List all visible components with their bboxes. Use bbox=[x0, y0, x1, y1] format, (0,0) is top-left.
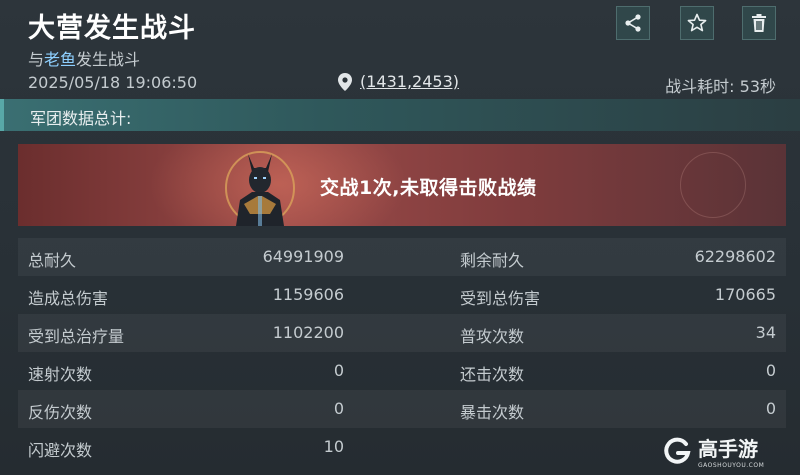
section-header: 军团数据总计: bbox=[0, 99, 800, 131]
battle-result-banner: 交战1次,未取得击败战绩 bbox=[18, 144, 786, 226]
location-coordinates[interactable]: (1431,2453) bbox=[360, 72, 459, 91]
stat-value: 34 bbox=[755, 323, 776, 342]
stat-label: 受到总治疗量 bbox=[28, 327, 125, 346]
favorite-button[interactable] bbox=[680, 6, 714, 40]
stat-label: 闪避次数 bbox=[28, 441, 93, 460]
stat-label: 还击次数 bbox=[460, 365, 525, 384]
battle-datetime: 2025/05/18 19:06:50 bbox=[28, 73, 198, 92]
trash-icon bbox=[752, 14, 766, 32]
battle-result-text: 交战1次,未取得击败战绩 bbox=[320, 177, 537, 199]
stat-value: 62298602 bbox=[694, 247, 776, 266]
opponent-name-link[interactable]: 老鱼 bbox=[44, 50, 76, 69]
delete-button[interactable] bbox=[742, 6, 776, 40]
subtitle-prefix: 与 bbox=[28, 50, 45, 69]
star-icon bbox=[687, 13, 707, 32]
share-button[interactable] bbox=[616, 6, 650, 40]
page-title: 大营发生战斗 bbox=[28, 13, 196, 44]
watermark-sub: GAOSHOUYOU.COM bbox=[698, 462, 765, 469]
share-icon bbox=[625, 14, 641, 32]
table-row: 速射次数 0 还击次数 0 bbox=[18, 352, 786, 390]
watermark-main: 高手游 bbox=[698, 437, 758, 461]
banner-decoration bbox=[680, 152, 746, 218]
stat-value: 0 bbox=[333, 399, 344, 418]
stat-label: 暴击次数 bbox=[460, 403, 525, 422]
table-row: 受到总治疗量 1102200 普攻次数 34 bbox=[18, 314, 786, 352]
stat-value: 1102200 bbox=[272, 323, 344, 342]
table-row: 反伤次数 0 暴击次数 0 bbox=[18, 390, 786, 428]
stat-label: 受到总伤害 bbox=[460, 289, 541, 308]
stat-value: 1159606 bbox=[272, 285, 344, 304]
table-row: 总耐久 64991909 剩余耐久 62298602 bbox=[18, 238, 786, 276]
stat-label: 造成总伤害 bbox=[28, 289, 109, 308]
stat-value: 170665 bbox=[714, 285, 776, 304]
stat-label: 反伤次数 bbox=[28, 403, 93, 422]
table-row: 造成总伤害 1159606 受到总伤害 170665 bbox=[18, 276, 786, 314]
stat-label: 总耐久 bbox=[28, 251, 77, 270]
stat-label: 普攻次数 bbox=[460, 327, 525, 346]
battle-subtitle: 与老鱼发生战斗 bbox=[28, 46, 140, 70]
location-link[interactable]: (1431,2453) bbox=[338, 72, 459, 91]
battle-duration: 战斗耗时: 53秒 bbox=[665, 77, 776, 96]
location-pin-icon bbox=[338, 72, 352, 91]
stat-value: 0 bbox=[765, 361, 776, 380]
site-watermark: 高手游 GAOSHOUYOU.COM bbox=[662, 431, 792, 471]
stat-value: 10 bbox=[323, 437, 344, 456]
stat-value: 64991909 bbox=[262, 247, 344, 266]
section-title: 军团数据总计: bbox=[30, 109, 132, 128]
commander-portrait bbox=[225, 151, 295, 226]
subtitle-suffix: 发生战斗 bbox=[76, 50, 141, 69]
stat-label: 速射次数 bbox=[28, 365, 93, 384]
watermark-logo-icon bbox=[664, 437, 691, 464]
stat-label: 剩余耐久 bbox=[460, 251, 525, 270]
stat-value: 0 bbox=[333, 361, 344, 380]
stat-value: 0 bbox=[765, 399, 776, 418]
